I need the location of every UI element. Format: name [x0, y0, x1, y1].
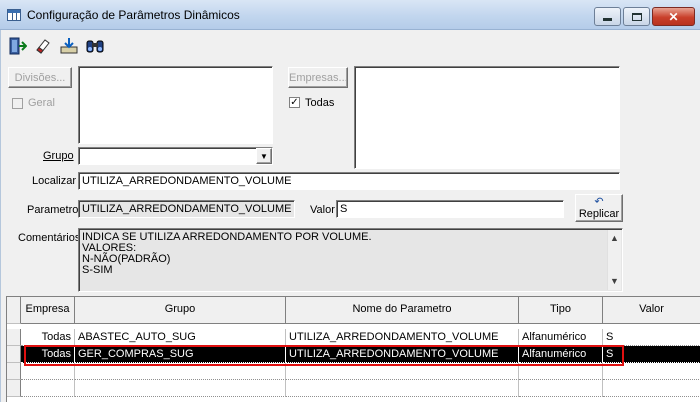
search-button[interactable] [84, 35, 106, 57]
eraser-icon [36, 39, 50, 54]
scroll-up-icon[interactable]: ▲ [610, 233, 619, 244]
table-row[interactable]: Todas ABASTEC_AUTO_SUG UTILIZA_ARREDONDA… [7, 329, 700, 346]
column-header-grupo[interactable]: Grupo [75, 297, 286, 324]
parametros-grid[interactable]: Empresa Grupo Nome do Parametro Tipo Val… [6, 296, 700, 402]
parametro-field: UTILIZA_ARREDONDAMENTO_VOLUME [78, 200, 295, 218]
comentario-line: INDICA SE UTILIZA ARREDONDAMENTO POR VOL… [82, 231, 372, 243]
column-header-tipo[interactable]: Tipo [519, 297, 603, 324]
chevron-down-icon: ▼ [260, 152, 268, 161]
todas-label: Todas [305, 97, 335, 109]
grid-header: Empresa Grupo Nome do Parametro Tipo Val… [7, 297, 700, 324]
binoculars-icon [86, 40, 104, 53]
cell-nome[interactable] [286, 363, 519, 380]
geral-checkbox[interactable] [12, 98, 23, 109]
cell-nome[interactable]: UTILIZA_ARREDONDAMENTO_VOLUME [286, 329, 519, 346]
comentario-line: S-SIM [82, 264, 113, 276]
valor-input[interactable]: S [336, 200, 564, 218]
grupo-select-value [79, 146, 82, 160]
comentarios-scrollbar[interactable]: ▲ ▼ [607, 230, 621, 290]
exit-door-icon [9, 37, 27, 55]
replicar-button[interactable]: ↶ Replicar [575, 194, 623, 222]
cell-tipo[interactable]: Alfanumérico [519, 329, 603, 346]
save-button[interactable] [58, 35, 80, 57]
grupo-select[interactable]: ▼ [78, 147, 273, 165]
cell-nome[interactable]: UTILIZA_ARREDONDAMENTO_VOLUME [286, 346, 519, 363]
empresas-button[interactable]: Empresas... [288, 67, 348, 88]
undo-arrow-icon: ↶ [594, 196, 604, 208]
replicar-button-label: Replicar [578, 208, 620, 220]
maximize-button[interactable] [623, 7, 650, 26]
column-header-valor[interactable]: Valor [603, 297, 700, 324]
comentarios-textarea: INDICA SE UTILIZA ARREDONDAMENTO POR VOL… [78, 228, 623, 292]
window-grid-icon [7, 9, 21, 21]
table-row-empty[interactable] [7, 380, 700, 397]
geral-label: Geral [28, 97, 55, 109]
empresas-button-label: Empresas... [289, 72, 348, 84]
minimize-icon [603, 18, 612, 21]
cell-tipo[interactable] [519, 363, 603, 380]
check-icon: ✓ [290, 97, 299, 108]
grupo-label: Grupo [43, 150, 74, 162]
cell-empresa[interactable]: Todas [21, 346, 75, 363]
exit-button[interactable] [7, 35, 29, 57]
comentarios-label: Comentários [18, 232, 81, 244]
cell-valor[interactable]: S [603, 346, 700, 363]
divisoes-button[interactable]: Divisões... [8, 67, 72, 88]
cell-grupo[interactable] [75, 363, 286, 380]
row-indicator [7, 329, 21, 346]
cell-empresa[interactable] [21, 363, 75, 380]
cell-grupo[interactable]: GER_COMPRAS_SUG [75, 346, 286, 363]
window-title: Configuração de Parâmetros Dinâmicos [27, 8, 240, 22]
row-indicator-header [7, 297, 21, 324]
close-icon: ✕ [668, 9, 679, 24]
scroll-down-icon[interactable]: ▼ [610, 276, 619, 287]
cell-valor[interactable]: S [603, 329, 700, 346]
column-header-empresa[interactable]: Empresa [21, 297, 75, 324]
comentario-line: N-NÃO(PADRÃO) [82, 253, 171, 265]
row-indicator [7, 346, 21, 363]
divisoes-list[interactable] [78, 66, 273, 144]
empresas-list[interactable] [354, 66, 620, 169]
cell-tipo[interactable] [519, 380, 603, 397]
cell-empresa[interactable] [21, 380, 75, 397]
save-tray-icon [60, 38, 78, 54]
close-button[interactable]: ✕ [652, 7, 695, 26]
grupo-dropdown-button[interactable]: ▼ [256, 148, 272, 164]
table-row-empty[interactable] [7, 363, 700, 380]
cell-grupo[interactable]: ABASTEC_AUTO_SUG [75, 329, 286, 346]
localizar-input[interactable]: UTILIZA_ARREDONDAMENTO_VOLUME [78, 172, 620, 190]
cell-grupo[interactable] [75, 380, 286, 397]
row-indicator [7, 363, 21, 380]
column-header-nome[interactable]: Nome do Parametro [286, 297, 519, 324]
row-indicator [7, 380, 21, 397]
cell-tipo[interactable]: Alfanumérico [519, 346, 603, 363]
minimize-button[interactable] [594, 7, 621, 26]
maximize-icon [631, 12, 642, 21]
todas-checkbox[interactable]: ✓ [289, 97, 300, 108]
divisoes-button-label: Divisões... [14, 72, 66, 84]
localizar-label: Localizar [32, 175, 77, 187]
cell-valor[interactable] [603, 363, 700, 380]
cell-empresa[interactable]: Todas [21, 329, 75, 346]
parametro-label: Parametro [27, 204, 79, 216]
clear-button[interactable] [32, 35, 54, 57]
title-bar[interactable]: Configuração de Parâmetros Dinâmicos ✕ [0, 0, 700, 30]
cell-valor[interactable] [603, 380, 700, 397]
table-row-selected[interactable]: Todas GER_COMPRAS_SUG UTILIZA_ARREDONDAM… [7, 346, 700, 363]
cell-nome[interactable] [286, 380, 519, 397]
valor-label: Valor [310, 204, 335, 216]
